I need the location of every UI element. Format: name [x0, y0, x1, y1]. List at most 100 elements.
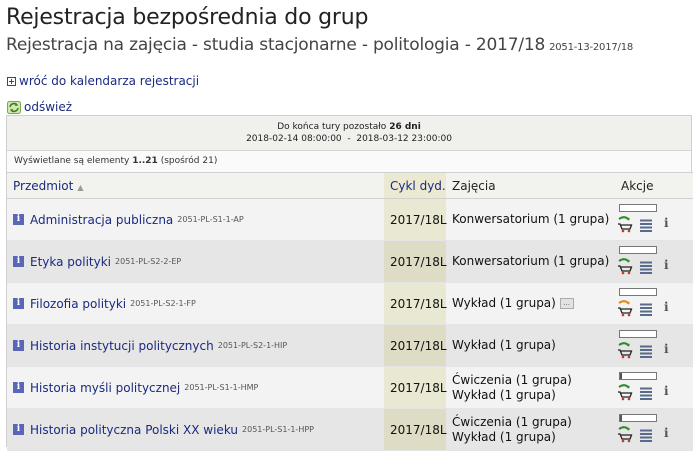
actions-cell: i	[615, 408, 693, 451]
details-icon[interactable]: i	[664, 258, 669, 272]
capacity-bar	[619, 414, 657, 422]
list-icon[interactable]	[640, 219, 652, 232]
subject-cell: i Filozofia polityki 2051-PL-S2-1-FP	[7, 282, 384, 325]
table-row: i Historia instytucji politycznych 2051-…	[7, 324, 693, 367]
header-cycle[interactable]: Cykl dyd.	[384, 172, 446, 199]
details-icon[interactable]: i	[664, 384, 669, 398]
subject-link[interactable]: Historia polityczna Polski XX wieku	[30, 423, 238, 437]
subject-code: 2051-PL-S1-1-HPP	[242, 425, 314, 434]
page-subtitle: Rejestracja na zajęcia - studia stacjona…	[6, 34, 633, 59]
capacity-bar	[619, 288, 657, 296]
subjects-table: Przedmiot ▲ Cykl dyd. Zajęcia Akcje i Adm…	[7, 172, 693, 451]
subject-cell: i Historia instytucji politycznych 2051-…	[7, 324, 384, 367]
capacity-bar	[619, 330, 657, 338]
cycle-value: 2017/18L	[390, 212, 447, 227]
class-entry: Wykład (1 grupa)	[452, 296, 556, 310]
sort-ascending-icon: ▲	[77, 182, 84, 192]
classes-cell: Wykład (1 grupa)	[446, 324, 615, 367]
cart-icon[interactable]	[617, 426, 633, 443]
class-entry: Konwersatorium (1 grupa)	[452, 212, 610, 226]
list-icon[interactable]	[640, 387, 652, 400]
capacity-fill	[620, 415, 622, 421]
details-icon[interactable]: i	[664, 216, 669, 230]
refresh-link[interactable]: odśwież	[7, 99, 72, 115]
info-icon[interactable]: i	[13, 340, 24, 351]
class-entry: Ćwiczenia (1 grupa)	[452, 372, 572, 387]
cycle-cell: 2017/18L	[384, 240, 447, 283]
table-row: i Administracja publiczna 2051-PL-S1-1-A…	[7, 198, 693, 241]
cycle-value: 2017/18L	[390, 338, 447, 353]
class-entry: Wykład (1 grupa)	[452, 338, 556, 352]
cart-icon[interactable]	[617, 384, 633, 401]
capacity-bar	[619, 246, 657, 254]
subject-code: 2051-PL-S1-1-AP	[177, 215, 244, 224]
refresh-icon	[7, 100, 21, 114]
back-to-calendar-link[interactable]: wróć do kalendarza rejestracji	[7, 73, 199, 89]
subject-cell: i Historia myśli politycznej 2051-PL-S1-…	[7, 366, 384, 409]
subject-link[interactable]: Etyka polityki	[30, 255, 111, 269]
refresh-link-label[interactable]: odśwież	[24, 99, 72, 115]
classes-cell: Ćwiczenia (1 grupa) Wykład (1 grupa)	[446, 408, 615, 451]
subject-code: 2051-PL-S2-1-HIP	[217, 341, 288, 350]
subject-code: 2051-PL-S1-1-HMP	[184, 383, 259, 392]
info-icon[interactable]: i	[13, 256, 24, 267]
class-entry: Ćwiczenia (1 grupa)	[452, 414, 572, 429]
subject-link[interactable]: Historia myśli politycznej	[30, 381, 180, 395]
cycle-cell: 2017/18L	[384, 324, 447, 367]
actions-cell: i	[615, 366, 693, 409]
cart-icon[interactable]	[617, 216, 633, 233]
list-icon[interactable]	[640, 261, 652, 274]
capacity-bar	[619, 372, 657, 380]
list-icon[interactable]	[640, 345, 652, 358]
classes-cell: Ćwiczenia (1 grupa) Wykład (1 grupa)	[446, 366, 615, 409]
info-icon[interactable]: i	[13, 298, 24, 309]
actions-cell: i	[615, 198, 693, 241]
info-icon[interactable]: i	[13, 424, 24, 435]
round-info: Do końca tury pozostało 26 dni 2018-02-1…	[7, 116, 691, 150]
classes-cell: Konwersatorium (1 grupa)	[446, 198, 615, 241]
class-entry: Wykład (1 grupa)	[452, 387, 556, 402]
info-icon[interactable]: i	[13, 214, 24, 225]
classes-cell: Wykład (1 grupa) …	[446, 282, 615, 325]
table-header-row: Przedmiot ▲ Cykl dyd. Zajęcia Akcje	[7, 172, 693, 199]
subject-link[interactable]: Administracja publiczna	[30, 213, 173, 227]
subject-cell: i Historia polityczna Polski XX wieku 20…	[7, 408, 384, 451]
header-subject[interactable]: Przedmiot ▲	[7, 172, 384, 199]
cycle-cell: 2017/18L	[384, 366, 447, 409]
subject-link[interactable]: Filozofia polityki	[30, 297, 126, 311]
subject-code: 2051-PL-S2-1-FP	[130, 299, 196, 308]
cycle-cell: 2017/18L	[384, 198, 447, 241]
cycle-value: 2017/18L	[390, 422, 447, 437]
details-icon[interactable]: i	[664, 342, 669, 356]
table-row: i Filozofia polityki 2051-PL-S2-1-FP 201…	[7, 282, 693, 325]
info-icon[interactable]: i	[13, 382, 24, 393]
cycle-value: 2017/18L	[390, 254, 447, 269]
actions-cell: i	[615, 324, 693, 367]
subtitle-code: 2051-13-2017/18	[549, 42, 634, 53]
table-row: i Historia polityczna Polski XX wieku 20…	[7, 408, 693, 451]
more-button[interactable]: …	[559, 298, 574, 309]
cart-icon[interactable]	[617, 300, 633, 317]
back-link-label[interactable]: wróć do kalendarza rejestracji	[19, 73, 199, 89]
page-title: Rejestracja bezpośrednia do grup	[6, 5, 369, 30]
classes-cell: Konwersatorium (1 grupa)	[446, 240, 615, 283]
capacity-fill	[620, 373, 622, 379]
round-dates: 2018-02-14 08:00:00 - 2018-03-12 23:00:0…	[246, 134, 452, 144]
capacity-bar	[619, 204, 657, 212]
cart-icon[interactable]	[617, 342, 633, 359]
cycle-cell: 2017/18L	[384, 282, 447, 325]
subject-link[interactable]: Historia instytucji politycznych	[30, 339, 214, 353]
cart-icon[interactable]	[617, 258, 633, 275]
remaining-time: Do końca tury pozostało 26 dni	[277, 122, 421, 132]
table-row: i Etyka polityki 2051-PL-S2-2-EP 2017/18…	[7, 240, 693, 283]
list-icon[interactable]	[640, 429, 652, 442]
subject-code: 2051-PL-S2-2-EP	[115, 257, 182, 266]
registration-table-panel: Do końca tury pozostało 26 dni 2018-02-1…	[6, 115, 693, 451]
details-icon[interactable]: i	[664, 300, 669, 314]
subtitle-text: Rejestracja na zajęcia - studia stacjona…	[6, 35, 546, 55]
actions-cell: i	[615, 282, 693, 325]
cycle-value: 2017/18L	[390, 296, 447, 311]
item-count: Wyświetlane są elementy 1..21 (spośród 2…	[7, 150, 691, 172]
details-icon[interactable]: i	[664, 426, 669, 440]
list-icon[interactable]	[640, 303, 652, 316]
